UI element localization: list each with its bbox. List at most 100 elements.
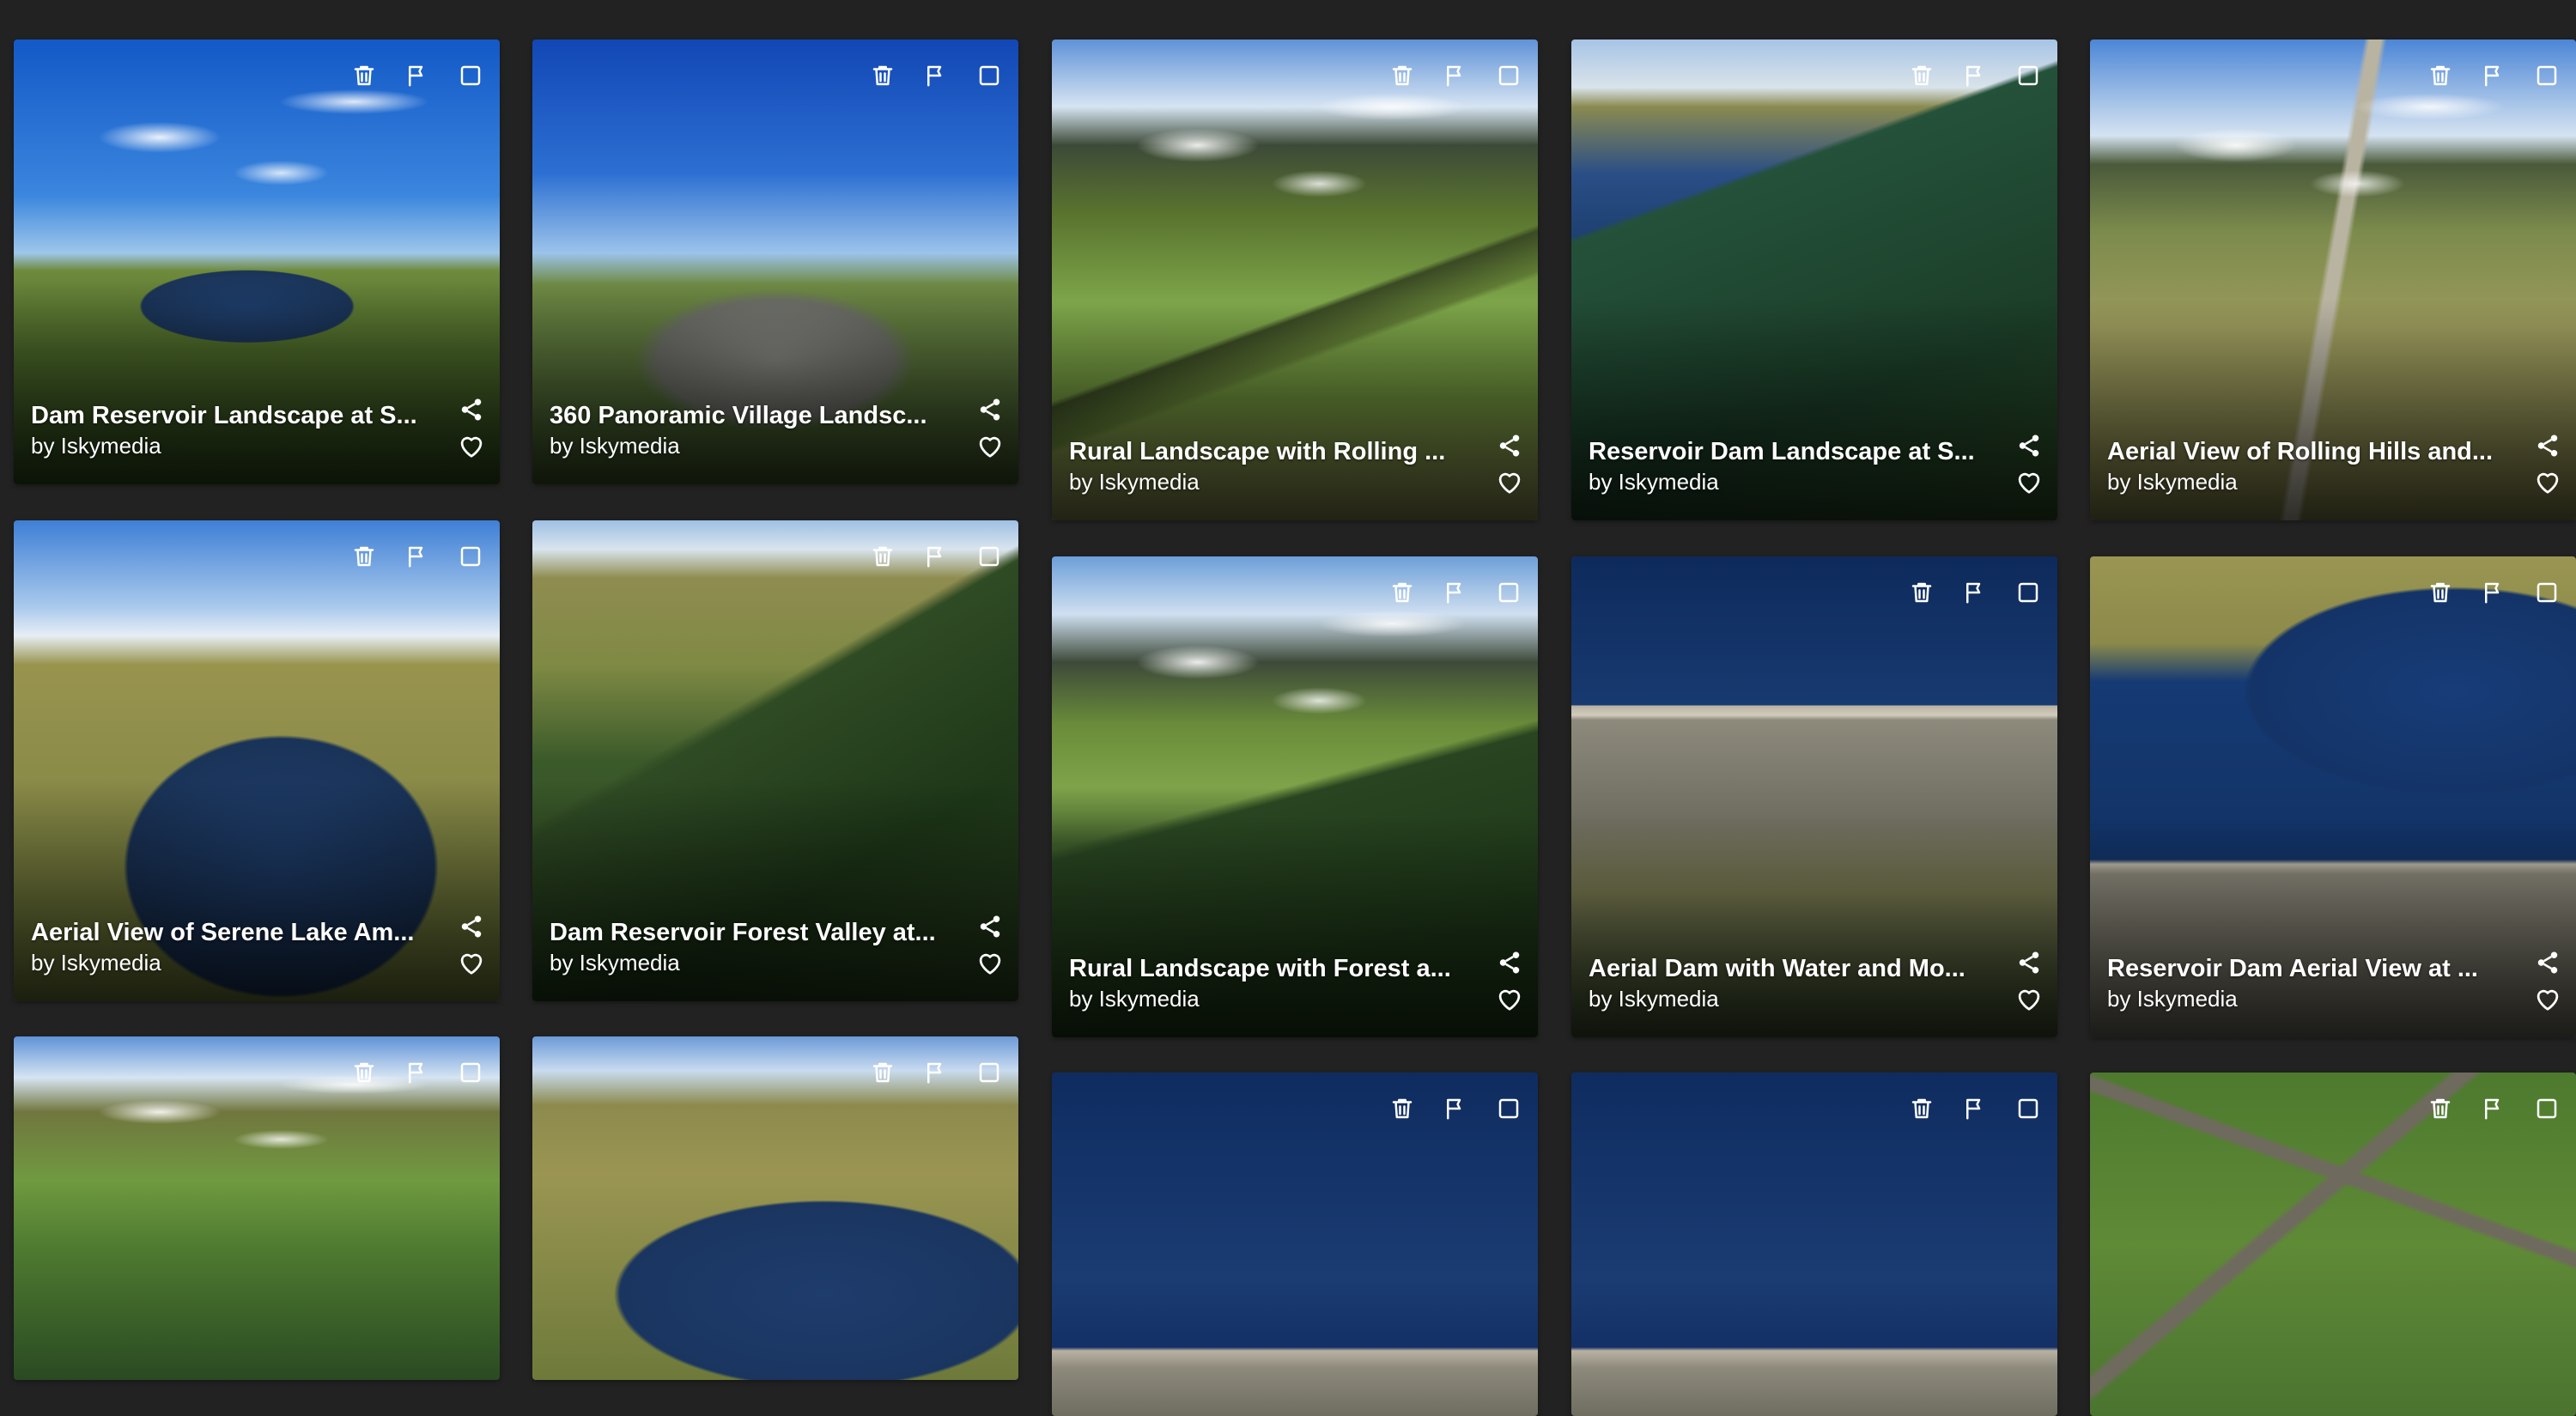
select-checkbox[interactable] [2014, 64, 2042, 91]
report-button[interactable] [922, 64, 950, 91]
like-button[interactable] [975, 433, 1005, 459]
select-checkbox[interactable] [975, 1060, 1003, 1088]
report-button[interactable] [1961, 64, 1989, 91]
select-checkbox[interactable] [975, 64, 1003, 91]
select-checkbox[interactable] [2533, 580, 2561, 608]
like-button[interactable] [1495, 986, 1524, 1012]
like-button[interactable] [457, 950, 486, 975]
photo-card[interactable]: Aerial View of Serene Lake Am... by Iskym… [14, 520, 500, 1001]
report-button[interactable] [1442, 580, 1469, 608]
like-button[interactable] [2533, 986, 2562, 1012]
select-checkbox[interactable] [2533, 64, 2561, 91]
delete-button[interactable] [1388, 580, 1416, 608]
share-button[interactable] [2016, 950, 2042, 975]
report-button[interactable] [404, 544, 431, 572]
report-button[interactable] [922, 1060, 950, 1088]
report-button[interactable] [2480, 1097, 2507, 1124]
share-button[interactable] [2535, 433, 2561, 459]
photo-author[interactable]: by Iskymedia [1589, 467, 1978, 496]
photo-card[interactable]: Dam Reservoir Forest Valley at... by Isky… [532, 520, 1018, 1001]
share-button[interactable] [1497, 950, 1522, 975]
report-button[interactable] [922, 544, 950, 572]
photo-card[interactable]: Rural Landscape with Rolling ... by Iskym… [1052, 40, 1538, 520]
share-button[interactable] [2016, 433, 2042, 459]
photo-title[interactable]: Dam Reservoir Forest Valley at... [550, 917, 939, 948]
report-button[interactable] [1442, 1097, 1469, 1124]
photo-author[interactable]: by Iskymedia [2107, 467, 2497, 496]
select-checkbox[interactable] [457, 1060, 484, 1088]
select-checkbox[interactable] [1495, 580, 1522, 608]
photo-card[interactable]: Reservoir Dam Landscape at S... by Iskyme… [1571, 40, 2057, 520]
photo-title[interactable]: Rural Landscape with Forest a... [1069, 953, 1459, 984]
delete-button[interactable] [1388, 64, 1416, 91]
share-button[interactable] [459, 914, 484, 939]
photo-author[interactable]: by Iskymedia [1069, 467, 1459, 496]
share-button[interactable] [459, 397, 484, 422]
report-button[interactable] [404, 1060, 431, 1088]
photo-author[interactable]: by Iskymedia [550, 431, 939, 460]
photo-card[interactable] [2090, 1073, 2576, 1416]
photo-author[interactable]: by Iskymedia [1589, 984, 1978, 1013]
photo-title[interactable]: Aerial Dam with Water and Mo... [1589, 953, 1978, 984]
report-button[interactable] [404, 64, 431, 91]
photo-title[interactable]: Dam Reservoir Landscape at S... [31, 400, 421, 431]
photo-author[interactable]: by Iskymedia [1069, 984, 1459, 1013]
photo-card[interactable] [1052, 1073, 1538, 1416]
photo-card[interactable]: Aerial Dam with Water and Mo... by Iskyme… [1571, 556, 2057, 1037]
select-checkbox[interactable] [2533, 1097, 2561, 1124]
report-button[interactable] [1961, 1097, 1989, 1124]
photo-title[interactable]: Aerial View of Serene Lake Am... [31, 917, 421, 948]
delete-button[interactable] [1388, 1097, 1416, 1124]
delete-button[interactable] [2427, 1097, 2454, 1124]
report-button[interactable] [1442, 64, 1469, 91]
photo-card[interactable]: 360 Panoramic Village Landsc... by Iskyme… [532, 40, 1018, 484]
photo-card[interactable]: Dam Reservoir Landscape at S... by Iskyme… [14, 40, 500, 484]
share-button[interactable] [1497, 433, 1522, 459]
delete-button[interactable] [350, 544, 378, 572]
photo-title[interactable]: 360 Panoramic Village Landsc... [550, 400, 939, 431]
photo-author[interactable]: by Iskymedia [31, 431, 421, 460]
select-checkbox[interactable] [2014, 580, 2042, 608]
delete-button[interactable] [350, 64, 378, 91]
select-checkbox[interactable] [457, 64, 484, 91]
photo-author[interactable]: by Iskymedia [2107, 984, 2497, 1013]
select-checkbox[interactable] [1495, 64, 1522, 91]
delete-button[interactable] [2427, 64, 2454, 91]
like-button[interactable] [2533, 469, 2562, 495]
select-checkbox[interactable] [1495, 1097, 1522, 1124]
delete-button[interactable] [869, 544, 896, 572]
delete-button[interactable] [350, 1060, 378, 1088]
report-button[interactable] [2480, 580, 2507, 608]
share-button[interactable] [2535, 950, 2561, 975]
like-button[interactable] [457, 433, 486, 459]
photo-title[interactable]: Rural Landscape with Rolling ... [1069, 436, 1459, 467]
photo-title[interactable]: Reservoir Dam Aerial View at ... [2107, 953, 2497, 984]
select-checkbox[interactable] [457, 544, 484, 572]
like-button[interactable] [975, 950, 1005, 975]
select-checkbox[interactable] [2014, 1097, 2042, 1124]
photo-title[interactable]: Reservoir Dam Landscape at S... [1589, 436, 1978, 467]
delete-button[interactable] [1908, 1097, 1935, 1124]
photo-card[interactable]: Rural Landscape with Forest a... by Iskym… [1052, 556, 1538, 1037]
photo-card[interactable] [532, 1036, 1018, 1380]
photo-title[interactable]: Aerial View of Rolling Hills and... [2107, 436, 2497, 467]
photo-card[interactable] [14, 1036, 500, 1380]
photo-author[interactable]: by Iskymedia [31, 948, 421, 977]
like-button[interactable] [2014, 469, 2044, 495]
report-button[interactable] [2480, 64, 2507, 91]
delete-button[interactable] [2427, 580, 2454, 608]
report-button[interactable] [1961, 580, 1989, 608]
delete-button[interactable] [869, 64, 896, 91]
delete-button[interactable] [1908, 580, 1935, 608]
photo-author[interactable]: by Iskymedia [550, 948, 939, 977]
select-checkbox[interactable] [975, 544, 1003, 572]
delete-button[interactable] [1908, 64, 1935, 91]
share-button[interactable] [977, 397, 1003, 422]
delete-button[interactable] [869, 1060, 896, 1088]
photo-card[interactable] [1571, 1073, 2057, 1416]
like-button[interactable] [1495, 469, 1524, 495]
photo-card[interactable]: Reservoir Dam Aerial View at ... by Iskym… [2090, 556, 2576, 1037]
photo-card[interactable]: Aerial View of Rolling Hills and... by Is… [2090, 40, 2576, 520]
like-button[interactable] [2014, 986, 2044, 1012]
share-button[interactable] [977, 914, 1003, 939]
